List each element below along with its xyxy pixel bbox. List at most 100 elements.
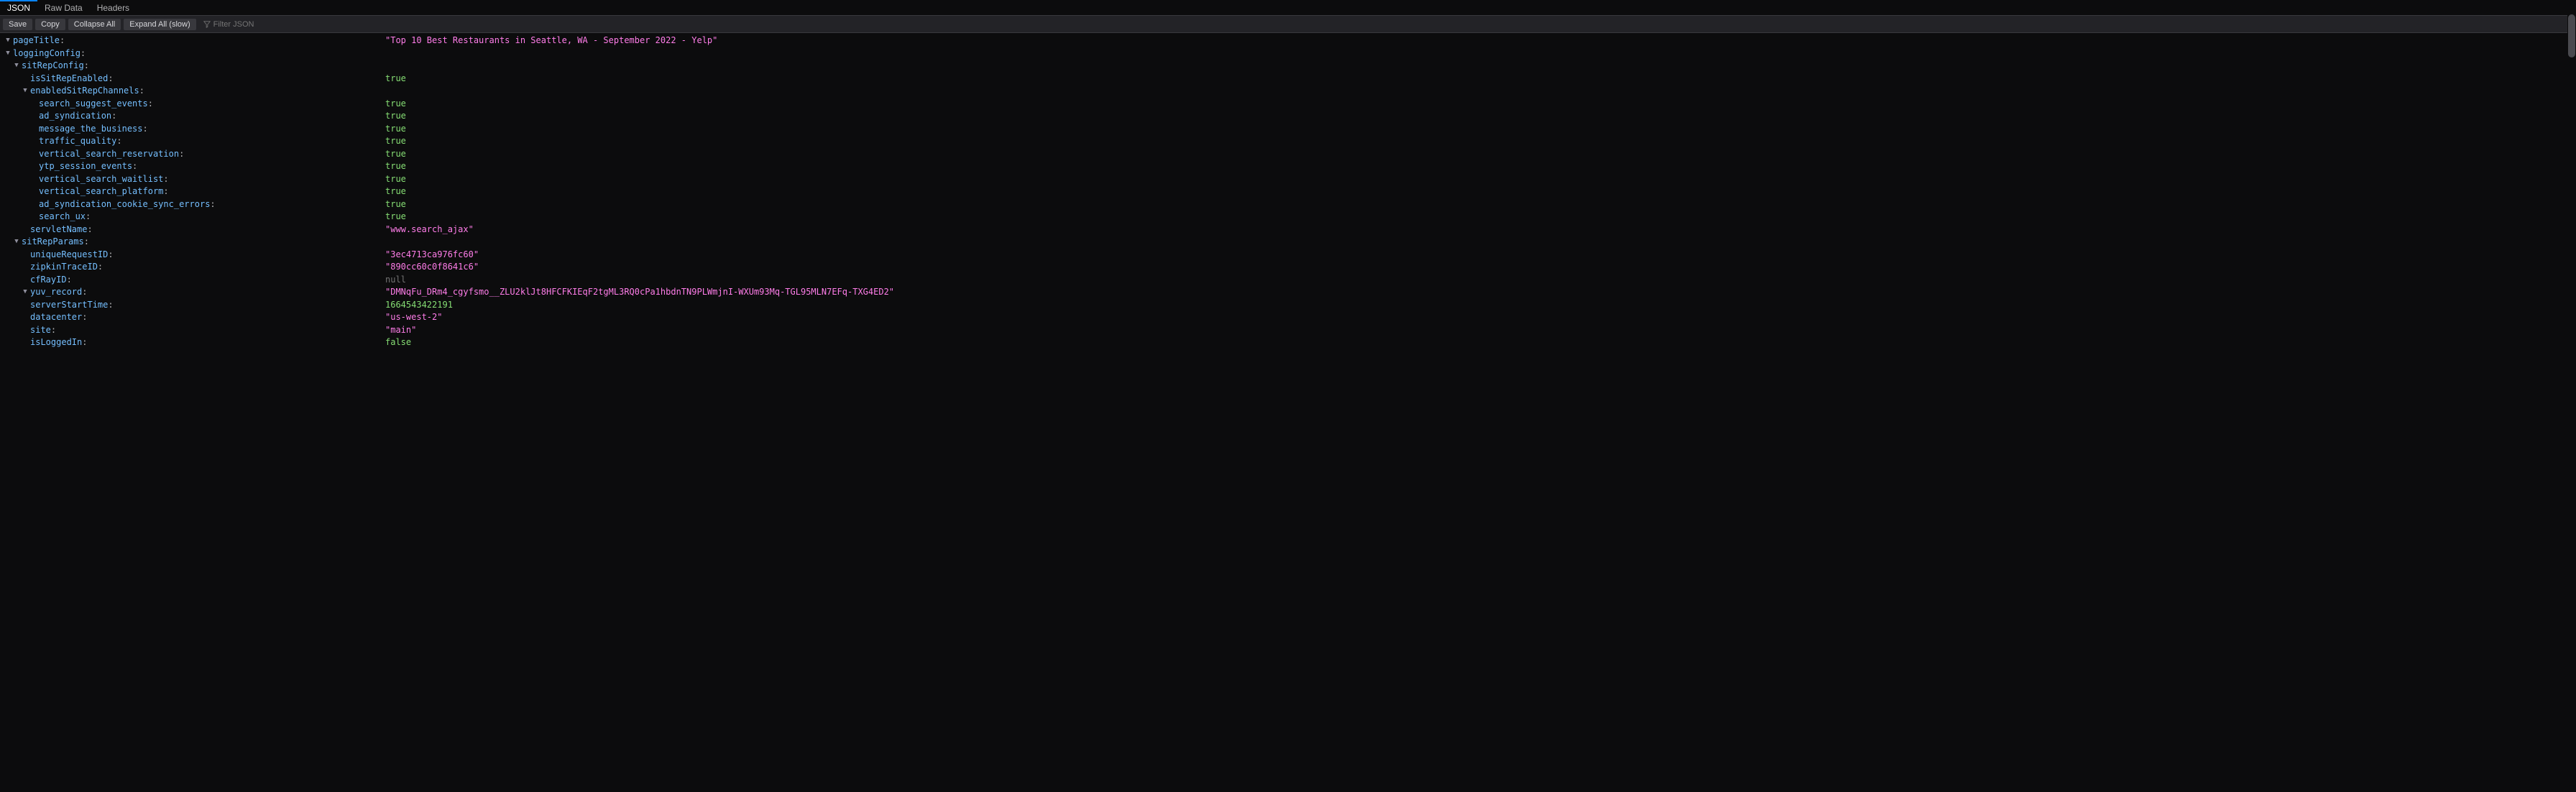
chevron-down-icon[interactable]: ▼	[13, 236, 20, 249]
colon: :	[87, 224, 92, 236]
colon: :	[139, 85, 144, 98]
vertical-scrollbar[interactable]	[2567, 0, 2576, 792]
tree-row[interactable]: ▼zipkinTraceID:"890cc60c0f8641c6"	[4, 261, 2576, 274]
tab-raw-data[interactable]: Raw Data	[37, 0, 90, 15]
json-value: "main"	[385, 324, 416, 337]
json-key: ad_syndication	[39, 110, 111, 123]
json-value: "www.search_ajax"	[385, 224, 474, 236]
chevron-down-icon: ▼	[22, 311, 29, 324]
json-value: true	[385, 173, 406, 186]
json-value: "us-west-2"	[385, 311, 442, 324]
tree-row[interactable]: ▼traffic_quality: true	[4, 135, 2576, 148]
json-value: true	[385, 123, 406, 136]
chevron-down-icon[interactable]: ▼	[4, 47, 12, 60]
tree-row[interactable]: ▼servletName:"www.search_ajax"	[4, 224, 2576, 236]
colon: :	[80, 47, 86, 60]
chevron-down-icon: ▼	[22, 274, 29, 287]
tree-row[interactable]: ▼message_the_business:true	[4, 123, 2576, 136]
tree-row[interactable]: ▼site:"main"	[4, 324, 2576, 337]
tree-row[interactable]: ▼enabledSitRepChannels:	[4, 85, 2576, 98]
chevron-down-icon[interactable]: ▼	[22, 85, 29, 98]
colon: :	[51, 324, 56, 337]
chevron-down-icon[interactable]: ▼	[22, 286, 29, 299]
expand-all-button[interactable]: Expand All (slow)	[124, 19, 196, 30]
chevron-down-icon: ▼	[30, 211, 37, 224]
tree-row[interactable]: ▼ad_syndication_cookie_sync_errors:true	[4, 198, 2576, 211]
colon: :	[148, 98, 153, 111]
json-key: message_the_business	[39, 123, 143, 136]
json-key: zipkinTraceID	[30, 261, 98, 274]
tree-row[interactable]: ▼vertical_search_reservation:true	[4, 148, 2576, 161]
colon: :	[67, 274, 72, 287]
json-key: ytp_session_events	[39, 160, 132, 173]
tree-row[interactable]: ▼isLoggedIn:false	[4, 336, 2576, 349]
tree-row[interactable]: ▼sitRepParams:	[4, 236, 2576, 249]
tree-row[interactable]: ▼pageTitle:"Top 10 Best Restaurants in S…	[4, 34, 2576, 47]
view-tabs: JSON Raw Data Headers	[0, 0, 2576, 16]
json-value: true	[385, 135, 406, 148]
json-key: datacenter	[30, 311, 82, 324]
json-key: cfRayID	[30, 274, 67, 287]
colon: :	[82, 336, 87, 349]
copy-button[interactable]: Copy	[35, 19, 65, 30]
colon: :	[111, 110, 116, 123]
colon: :	[98, 261, 103, 274]
colon: :	[116, 135, 121, 148]
tree-row[interactable]: ▼serverStartTime:1664543422191	[4, 299, 2576, 312]
json-value: 1664543422191	[385, 299, 453, 312]
colon: :	[84, 236, 89, 249]
json-key: loggingConfig	[13, 47, 80, 60]
json-key: isSitRepEnabled	[30, 73, 108, 86]
json-key: isLoggedIn	[30, 336, 82, 349]
tab-json[interactable]: JSON	[0, 0, 37, 15]
tree-row[interactable]: ▼ad_syndication:true	[4, 110, 2576, 123]
chevron-down-icon: ▼	[30, 98, 37, 111]
chevron-down-icon: ▼	[30, 185, 37, 198]
tree-row[interactable]: ▼sitRepConfig:	[4, 60, 2576, 73]
json-value: "3ec4713ca976fc60"	[385, 249, 479, 262]
json-tree[interactable]: ▼pageTitle:"Top 10 Best Restaurants in S…	[0, 33, 2576, 792]
chevron-down-icon: ▼	[30, 135, 37, 148]
json-key: traffic_quality	[39, 135, 116, 148]
colon: :	[82, 311, 87, 324]
save-button[interactable]: Save	[3, 19, 32, 30]
tree-row[interactable]: ▼datacenter: "us-west-2"	[4, 311, 2576, 324]
colon: :	[163, 185, 168, 198]
chevron-down-icon: ▼	[30, 173, 37, 186]
json-key: enabledSitRepChannels	[30, 85, 139, 98]
json-key: servletName	[30, 224, 87, 236]
json-value: true	[385, 73, 406, 86]
tree-row[interactable]: ▼vertical_search_waitlist:true	[4, 173, 2576, 186]
colon: :	[132, 160, 137, 173]
json-value: false	[385, 336, 411, 349]
json-value: true	[385, 185, 406, 198]
json-value: true	[385, 98, 406, 111]
tab-headers[interactable]: Headers	[90, 0, 137, 15]
scrollbar-thumb[interactable]	[2568, 14, 2575, 57]
colon: :	[210, 198, 215, 211]
colon: :	[108, 73, 113, 86]
filter-input[interactable]	[213, 20, 300, 29]
colon: :	[108, 299, 113, 312]
tree-row[interactable]: ▼cfRayID: null	[4, 274, 2576, 287]
tree-row[interactable]: ▼uniqueRequestID:"3ec4713ca976fc60"	[4, 249, 2576, 262]
json-key: pageTitle	[13, 34, 60, 47]
tree-row[interactable]: ▼isSitRepEnabled: true	[4, 73, 2576, 86]
chevron-down-icon[interactable]: ▼	[13, 60, 20, 73]
tree-row[interactable]: ▼yuv_record:"DMNqFu_DRm4_cgyfsmo__ZLU2kl…	[4, 286, 2576, 299]
tree-row[interactable]: ▼loggingConfig:	[4, 47, 2576, 60]
tree-row[interactable]: ▼search_ux:true	[4, 211, 2576, 224]
json-value: null	[385, 274, 406, 287]
chevron-down-icon: ▼	[30, 123, 37, 136]
json-key: serverStartTime	[30, 299, 108, 312]
tree-row[interactable]: ▼vertical_search_platform:true	[4, 185, 2576, 198]
tree-row[interactable]: ▼search_suggest_events: true	[4, 98, 2576, 111]
json-value: true	[385, 198, 406, 211]
json-value: "Top 10 Best Restaurants in Seattle, WA …	[385, 34, 717, 47]
funnel-icon	[203, 21, 211, 28]
tree-row[interactable]: ▼ytp_session_events:true	[4, 160, 2576, 173]
chevron-down-icon: ▼	[22, 73, 29, 86]
json-key: search_suggest_events	[39, 98, 148, 111]
chevron-down-icon[interactable]: ▼	[4, 34, 12, 47]
collapse-all-button[interactable]: Collapse All	[68, 19, 121, 30]
